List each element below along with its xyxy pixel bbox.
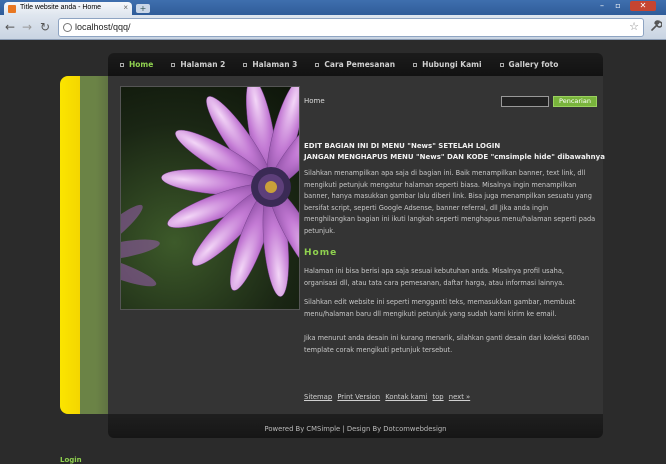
globe-icon (63, 23, 72, 32)
nav-item-hubungi-kami[interactable]: Hubungi Kami (413, 60, 482, 69)
nav-item-cara-pemesanan[interactable]: Cara Pemesanan (315, 60, 395, 69)
new-tab-button[interactable]: + (136, 4, 150, 13)
address-bar[interactable]: localhost/qqq/ ☆ (58, 18, 644, 37)
nav-bullet-icon (171, 62, 176, 67)
body-paragraph-3: Jika menurut anda desain ini kurang mena… (304, 334, 590, 354)
body-paragraph-1: Halaman ini bisa berisi apa saja sesuai … (304, 267, 565, 287)
footer-credit: Powered By CMSimple | Design By Dotcomwe… (264, 425, 447, 433)
tab-title: Title website anda - Home (20, 4, 102, 11)
section-title: Home (304, 248, 338, 258)
print-version-link[interactable]: Print Version (337, 393, 380, 401)
nav-bullet-icon (120, 62, 124, 67)
page-footer-links: Sitemap Print Version Kontak kami top ne… (304, 393, 473, 401)
reload-icon[interactable]: ↻ (40, 20, 50, 34)
nav-item-gallery-foto[interactable]: Gallery foto (499, 60, 558, 69)
favicon-icon (8, 5, 16, 13)
login-link[interactable]: Login (60, 456, 82, 464)
address-url: localhost/qqq/ (75, 22, 131, 32)
nav-item-halaman-3[interactable]: Halaman 3 (243, 60, 297, 69)
news-paragraph: Silahkan menampilkan apa saja di bagian … (304, 169, 596, 235)
nav-item-home[interactable]: Home (120, 60, 153, 69)
window-close-button[interactable]: ✕ (630, 1, 656, 11)
sitemap-link[interactable]: Sitemap (304, 393, 332, 401)
site-footer: Powered By CMSimple | Design By Dotcomwe… (108, 414, 603, 438)
breadcrumb[interactable]: Home (304, 97, 325, 105)
forward-arrow-icon[interactable]: → (22, 20, 32, 34)
nav-item-halaman-2[interactable]: Halaman 2 (171, 60, 225, 69)
browser-tab[interactable]: Title website anda - Home × (4, 2, 132, 15)
top-link[interactable]: top (432, 393, 443, 401)
main-panel: Home Pencarian EDIT BAGIAN INI DI MENU "… (60, 76, 605, 414)
body-paragraph-2: Silahkan edit website ini seperti mengga… (304, 298, 576, 318)
back-arrow-icon[interactable]: ← (5, 20, 15, 34)
flower-photo (120, 86, 300, 310)
headline: EDIT BAGIAN INI DI MENU "News" SETELAH L… (304, 141, 605, 163)
site-nav: Home Halaman 2 Halaman 3 Cara Pemesanan … (108, 53, 603, 76)
search-input[interactable] (501, 96, 549, 107)
next-link[interactable]: next » (449, 393, 470, 401)
headline-line-2: JANGAN MENGHAPUS MENU "News" DAN KODE "c… (304, 153, 605, 161)
nav-bullet-icon (499, 62, 504, 67)
contact-link[interactable]: Kontak kami (385, 393, 427, 401)
search-button[interactable]: Pencarian (553, 96, 597, 107)
decorative-olive-bar (80, 76, 96, 414)
nav-bullet-icon (315, 62, 320, 67)
nav-bullet-icon (413, 62, 418, 67)
bookmark-star-icon[interactable]: ☆ (629, 20, 639, 33)
tab-close-icon[interactable]: × (123, 3, 128, 12)
wrench-icon[interactable] (650, 20, 663, 35)
browser-toolbar: ← → ↻ localhost/qqq/ ☆ (0, 15, 666, 40)
decorative-yellow-bar (60, 76, 80, 414)
nav-bullet-icon (243, 62, 248, 67)
browser-titlebar: Title website anda - Home × + – ▫ ✕ (0, 0, 666, 15)
window-minimize-button[interactable]: – (596, 1, 608, 11)
headline-line-1: EDIT BAGIAN INI DI MENU "News" SETELAH L… (304, 142, 501, 150)
window-maximize-button[interactable]: ▫ (612, 1, 624, 11)
